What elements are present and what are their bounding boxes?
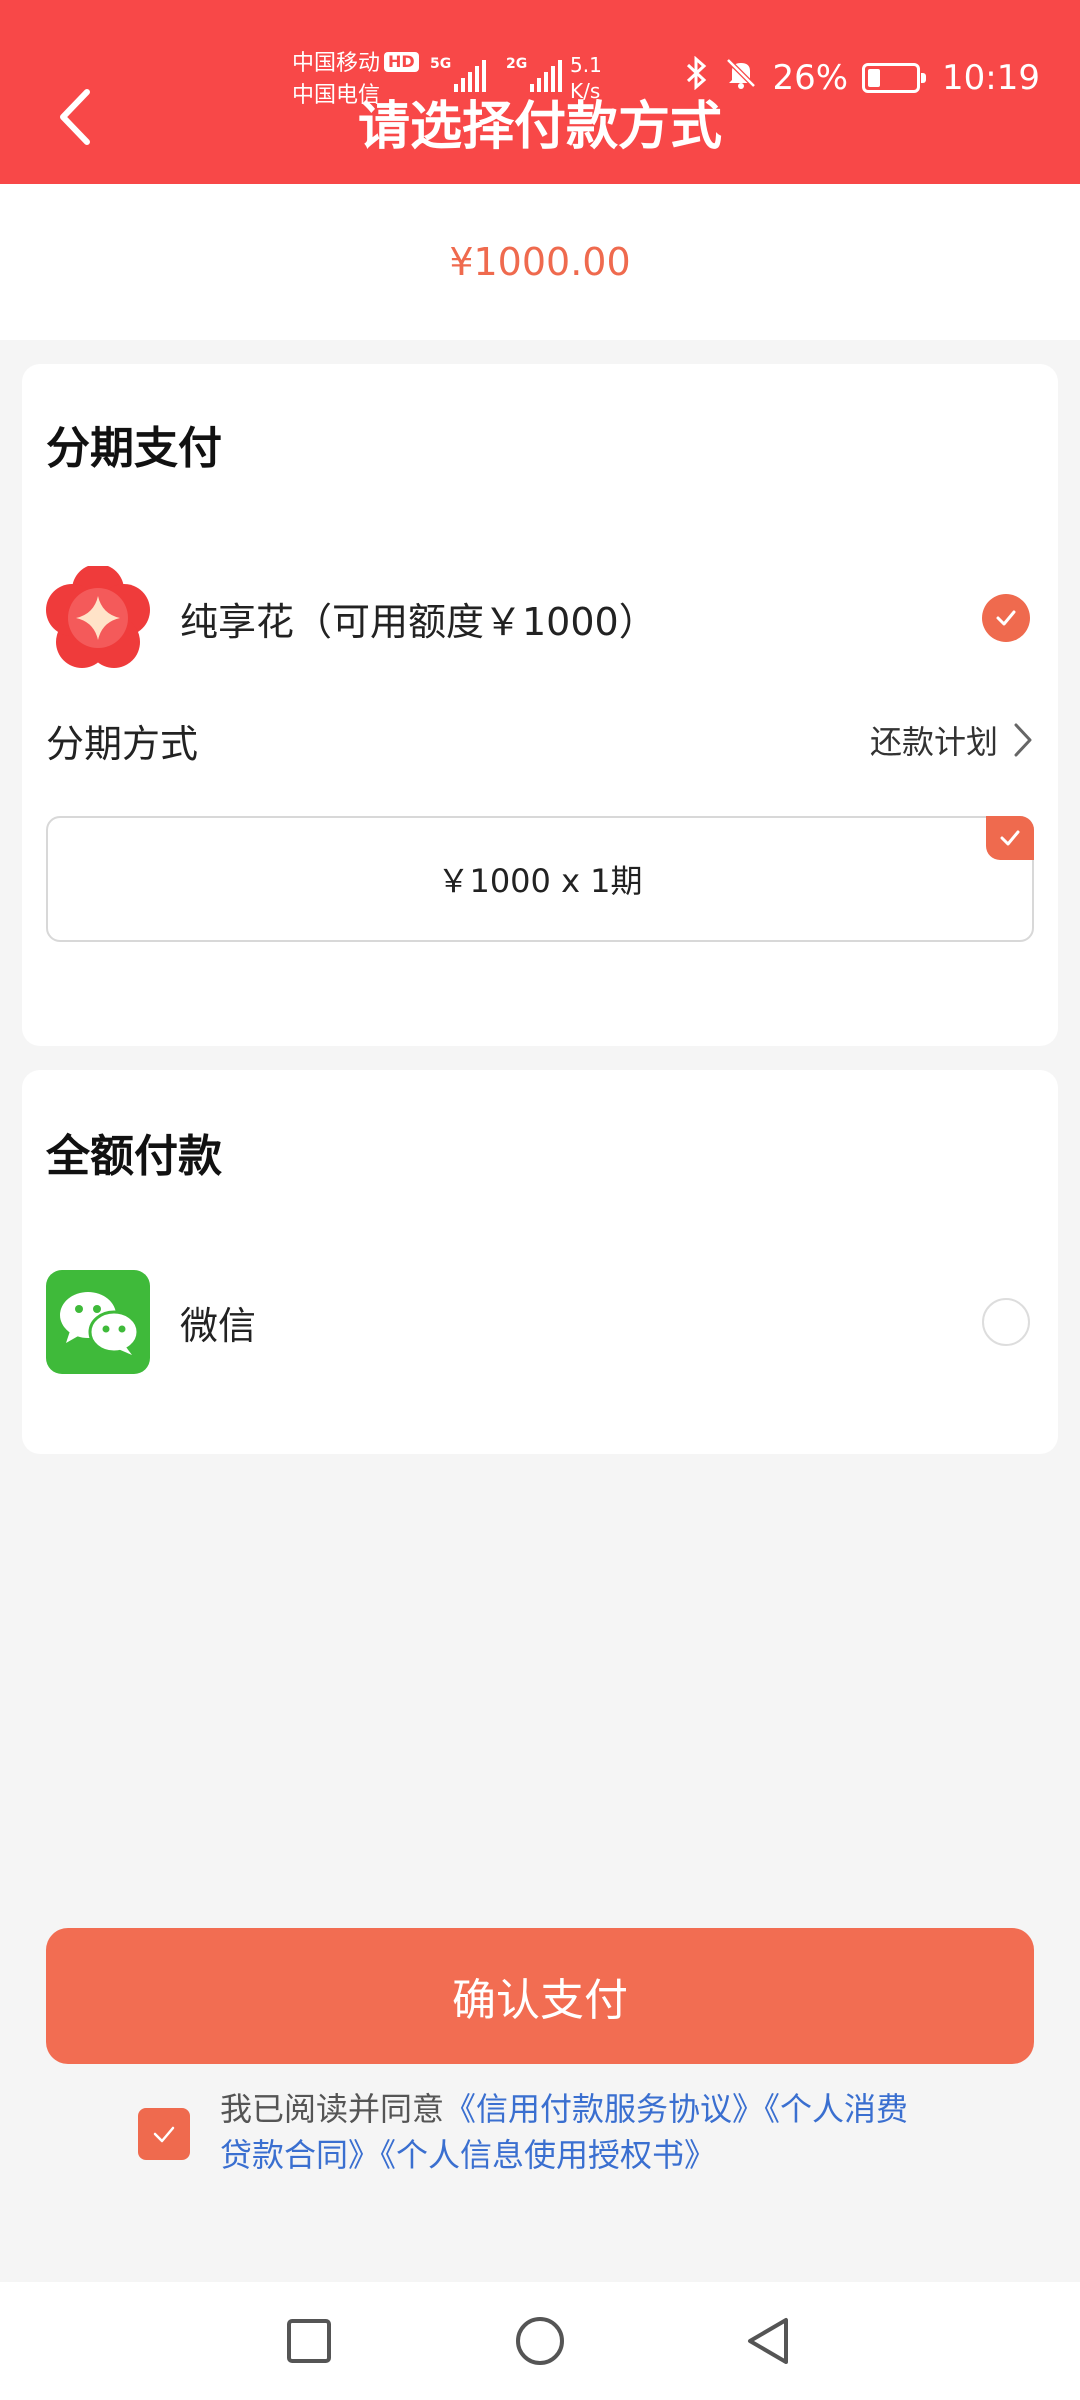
chunxianghua-logo-icon (46, 564, 150, 670)
credit-service-agreement-link[interactable]: 《信用付款服务协议》 (444, 2090, 764, 2128)
triangle-back-icon (748, 2318, 788, 2364)
wechat-radio[interactable] (982, 1298, 1030, 1346)
check-icon (996, 610, 1016, 626)
method-label: 分期方式 (46, 721, 199, 766)
agreement-text: 我已阅读并同意《信用付款服务协议》《个人消费贷款合同》《个人信息使用授权书》 (220, 2086, 940, 2178)
check-icon (153, 2126, 175, 2143)
nav-back-button[interactable] (742, 2314, 796, 2368)
payment-amount: ¥1000.00 (449, 240, 631, 284)
page-title: 请选择付款方式 (357, 97, 722, 157)
installment-method-row: 分期方式 还款计划 (46, 710, 1034, 770)
installment-option[interactable]: ￥1000 x 1期 (46, 816, 1034, 942)
wechat-label: 微信 (180, 1303, 257, 1348)
circle-icon (516, 2317, 564, 2365)
hd-badge: HD (384, 52, 419, 72)
installment-card: 分期支付 纯享花（可用额度￥1000） 分期方式 还款计划 ￥1000 x 1期 (22, 364, 1058, 1046)
chevron-right-icon (1014, 723, 1032, 757)
square-icon (287, 2319, 331, 2363)
agreement-prefix: 我已阅读并同意 (220, 2090, 445, 2128)
repayment-plan-link[interactable]: 还款计划 (870, 717, 1034, 763)
nav-recent-button[interactable] (282, 2314, 336, 2368)
system-nav-bar (0, 2282, 1080, 2400)
installment-provider-row[interactable]: 纯享花（可用额度￥1000） (46, 564, 1034, 670)
carrier-1: 中国移动 (292, 51, 381, 76)
plan-link-label: 还款计划 (869, 723, 998, 761)
chevron-left-icon (60, 89, 90, 145)
installment-title: 分期支付 (46, 423, 222, 474)
full-payment-title: 全额付款 (46, 1131, 222, 1182)
provider-label: 纯享花（可用额度￥1000） (180, 599, 657, 644)
header-bar: 中国移动 HD 中国电信 5G 2G 5.1 K/s 26% 10:19 请选择付… (0, 0, 1080, 184)
amount-section: ¥1000.00 (0, 184, 1080, 340)
wechat-pay-row[interactable]: 微信 (46, 1270, 1034, 1374)
confirm-payment-button[interactable]: 确认支付 (46, 1928, 1034, 2064)
provider-radio[interactable] (982, 594, 1030, 642)
wechat-logo-icon (46, 1270, 150, 1374)
check-icon (1000, 830, 1020, 846)
full-payment-card: 全额付款 微信 (22, 1070, 1058, 1454)
option-selected-badge (986, 816, 1034, 860)
installment-option-label: ￥1000 x 1期 (437, 862, 643, 900)
agreement-checkbox[interactable] (138, 2108, 190, 2160)
nav-home-button[interactable] (513, 2314, 567, 2368)
back-button[interactable] (50, 82, 100, 152)
personal-info-authorization-link[interactable]: 《个人信息使用授权书》 (380, 2136, 716, 2174)
